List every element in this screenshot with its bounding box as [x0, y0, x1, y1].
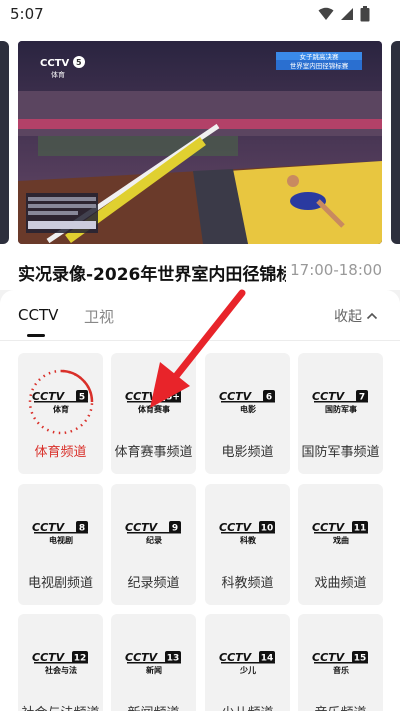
- tab-satellite[interactable]: 卫视: [84, 306, 114, 327]
- cctv-logo-icon: CCTV 5+体育赛事: [125, 390, 181, 414]
- cctv-logo-icon: CCTV 13新闻: [125, 651, 181, 675]
- channel-label: 音乐频道: [298, 702, 383, 711]
- channel-label: 少儿频道: [205, 702, 290, 711]
- cctv-logo-icon: CCTV 14少儿: [219, 651, 275, 675]
- channel-label: 戏曲频道: [314, 576, 367, 591]
- channel-label: 体育频道: [34, 445, 87, 460]
- active-tab-indicator: [27, 334, 45, 337]
- program-title: 实况录像-2026年世界室内田径锦标赛: [18, 265, 286, 285]
- channel-tile[interactable]: CCTV 8 电视剧电视剧频道: [18, 484, 103, 605]
- channel-tile[interactable]: CCTV15音乐音乐频道: [298, 614, 383, 711]
- status-time: 5:07: [10, 5, 44, 23]
- status-bar: 5:07: [0, 0, 400, 28]
- divider: [0, 340, 400, 341]
- wifi-icon: [318, 7, 334, 20]
- video-thumbnail[interactable]: CCTV 5 体育 女子跳高决赛 世界室内田径锦标赛: [18, 41, 382, 244]
- channel-label: 纪录频道: [127, 576, 180, 591]
- channel-sub: 纪录: [146, 535, 162, 545]
- channel-tile[interactable]: CCTV 10 科教科教频道: [205, 484, 290, 605]
- playing-ring-icon: [28, 369, 94, 435]
- cctv-logo-icon: CCTV 6电影: [219, 390, 275, 414]
- channel-label: 电影频道: [221, 445, 274, 460]
- svg-text:CCTV: CCTV: [40, 58, 69, 69]
- cctv-logo-icon: CCTV 12社会与法: [32, 651, 88, 675]
- channel-tile[interactable]: CCTV13新闻新闻频道: [111, 614, 196, 711]
- channel-label: 体育赛事频道: [114, 445, 193, 460]
- channel-tile[interactable]: CCTV14少儿少儿频道: [205, 614, 290, 711]
- channel-tile[interactable]: CCTV 7 国防军事国防军事频道: [298, 353, 383, 474]
- battery-icon: [360, 6, 370, 22]
- signal-icon: [341, 8, 353, 20]
- collapse-button[interactable]: 收起: [334, 306, 378, 326]
- channel-tile[interactable]: CCTV 5 体育 体育频道: [18, 353, 103, 474]
- channel-label: 国防军事频道: [301, 445, 380, 460]
- channel-tile[interactable]: CCTV 11 戏曲戏曲频道: [298, 484, 383, 605]
- cctv-logo-icon: CCTV 10科教: [219, 521, 275, 545]
- player-area: CCTV 5 体育 女子跳高决赛 世界室内田径锦标赛 实况录像-2026年世界室…: [0, 28, 400, 290]
- video-caption-1: 女子跳高决赛: [300, 52, 340, 61]
- channel-sub: 体育赛事: [138, 404, 170, 414]
- channel-sheet: CCTV 卫视 收起 CCTV 5 体育 体育频道 CCTV 5+ 体育赛事 体育赛事频道 CC…: [0, 290, 400, 711]
- svg-text:体育: 体育: [51, 70, 65, 79]
- program-time: 17:00-18:00: [290, 261, 382, 279]
- cctv-logo-icon: CCTV 7国防军事: [312, 390, 368, 414]
- channel-tile[interactable]: CCTV 5+ 体育赛事体育赛事频道: [111, 353, 196, 474]
- channel-tile[interactable]: CCTV12社会与法社会与法频道: [18, 614, 103, 711]
- channel-sub: 国防军事: [325, 404, 357, 414]
- channel-label: 社会与法频道: [18, 702, 103, 711]
- collapse-label: 收起: [334, 309, 362, 325]
- cctv-logo-icon: CCTV 15音乐: [312, 651, 368, 675]
- cctv-logo-icon: CCTV 9纪录: [125, 521, 181, 545]
- channel-sub: 少儿: [239, 665, 256, 675]
- cctv-logo-icon: CCTV 11戏曲: [312, 521, 368, 545]
- channel-label: 电视剧频道: [27, 576, 93, 591]
- tab-cctv[interactable]: CCTV: [18, 306, 58, 324]
- next-card[interactable]: [391, 41, 400, 244]
- channel-sub: 戏曲: [332, 535, 349, 545]
- cctv-logo-icon: CCTV 8电视剧: [32, 521, 88, 545]
- channel-tile[interactable]: CCTV 6 电影电影频道: [205, 353, 290, 474]
- channel-tile[interactable]: CCTV 9 纪录纪录频道: [111, 484, 196, 605]
- video-caption-2: 世界室内田径锦标赛: [290, 61, 349, 70]
- chevron-up-icon: [366, 312, 378, 320]
- prev-card[interactable]: [0, 41, 9, 244]
- channel-sub: 社会与法: [44, 665, 77, 675]
- channel-label: 科教频道: [221, 576, 274, 591]
- svg-text:5: 5: [76, 58, 82, 67]
- channel-sub: 科教: [240, 535, 257, 545]
- channel-sub: 音乐: [333, 665, 349, 675]
- channel-sub: 电影: [240, 404, 256, 414]
- channel-label: 新闻频道: [111, 702, 196, 711]
- status-icons: [318, 6, 370, 22]
- channel-sub: 电视剧: [49, 535, 73, 545]
- channel-sub: 新闻: [146, 665, 162, 675]
